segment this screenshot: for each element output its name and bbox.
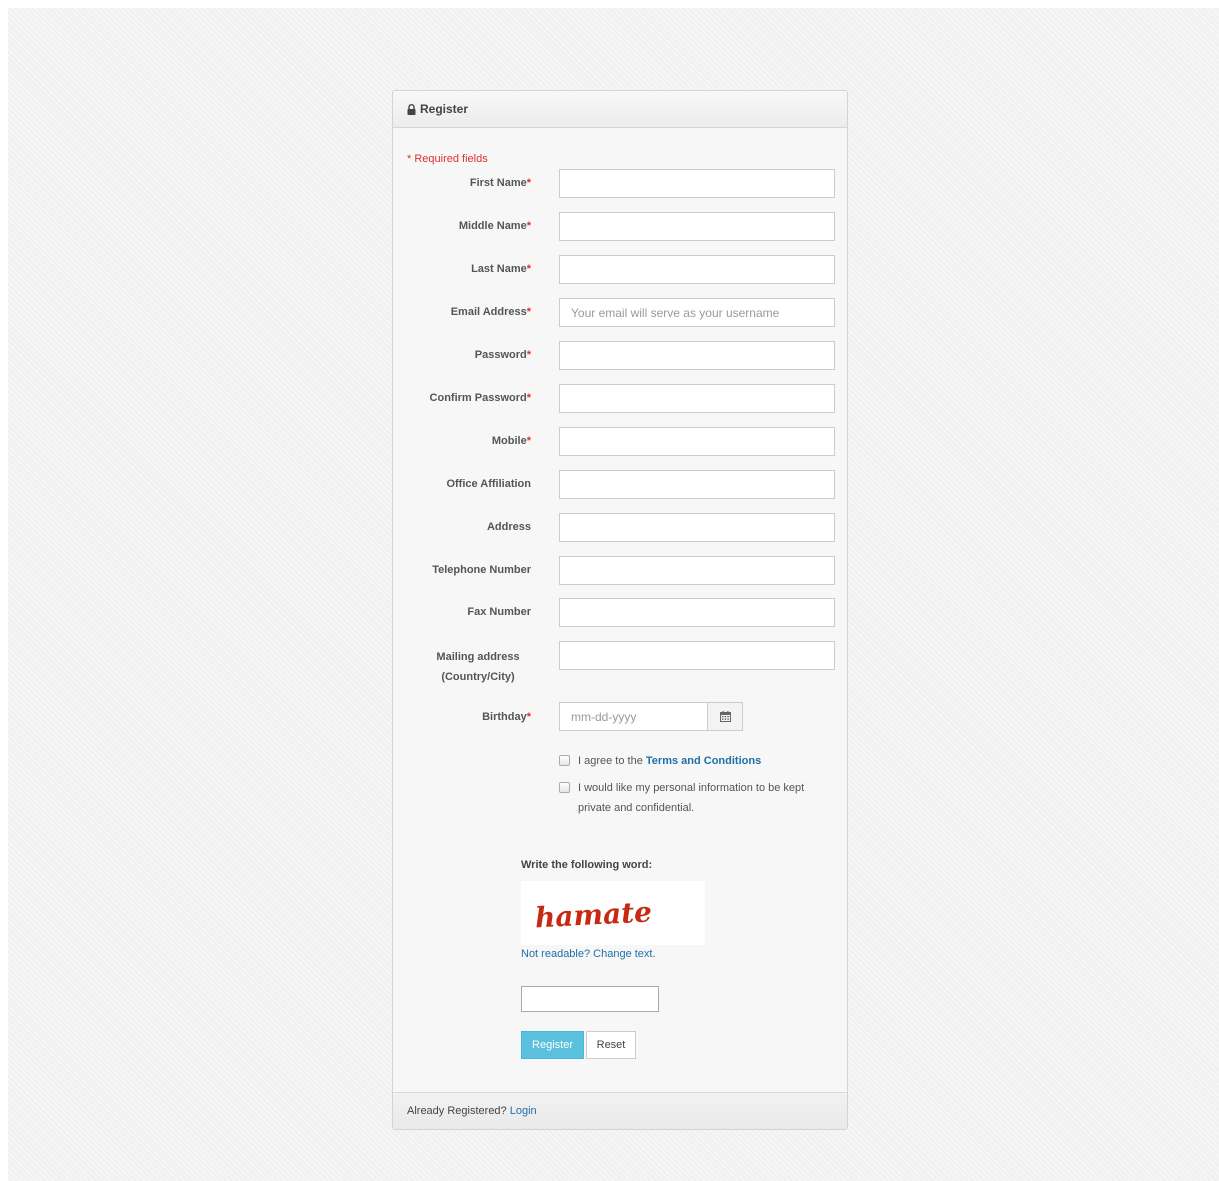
privacy-checkbox[interactable] — [559, 782, 570, 793]
captcha-label: Write the following word: — [521, 859, 653, 871]
middle-name-label: Middle Name* — [458, 220, 531, 232]
privacy-text: I would like my personal information to … — [578, 782, 805, 814]
captcha-input[interactable] — [521, 986, 659, 1012]
change-captcha-link[interactable]: Not readable? Change text. — [521, 948, 656, 960]
terms-text: I agree to the Terms and Conditions — [578, 755, 762, 767]
mobile-input[interactable] — [559, 427, 835, 456]
panel-heading: Register — [393, 91, 847, 128]
terms-checkbox[interactable] — [559, 755, 570, 766]
middle-name-input[interactable] — [559, 212, 835, 241]
telephone-input[interactable] — [559, 556, 835, 585]
office-affiliation-label: Office Affiliation — [446, 478, 531, 490]
confirm-password-input[interactable] — [559, 384, 835, 413]
first-name-input[interactable] — [559, 169, 835, 198]
birthday-calendar-button[interactable] — [707, 702, 743, 731]
birthday-input[interactable] — [559, 702, 708, 731]
mailing-address-input[interactable] — [559, 641, 835, 670]
mailing-address-label-line2: (Country/City) — [441, 671, 515, 683]
mailing-address-label: Mailing address (Country/City) — [423, 647, 533, 687]
address-input[interactable] — [559, 513, 835, 542]
address-label: Address — [486, 521, 531, 533]
birthday-label: Birthday* — [482, 711, 531, 723]
panel-footer: Already Registered? Login — [393, 1092, 847, 1129]
confirm-password-label: Confirm Password* — [429, 392, 531, 404]
required-fields-note: * Required fields — [407, 153, 488, 165]
fax-input[interactable] — [559, 598, 835, 627]
mobile-label: Mobile* — [491, 435, 531, 447]
captcha-word-graphic: hamate — [534, 895, 653, 934]
terms-link[interactable]: Terms and Conditions — [646, 755, 761, 767]
office-affiliation-input[interactable] — [559, 470, 835, 499]
register-button[interactable]: Register — [521, 1031, 584, 1059]
last-name-label: Last Name* — [471, 263, 531, 275]
mailing-address-label-line1: Mailing address — [436, 651, 520, 663]
last-name-input[interactable] — [559, 255, 835, 284]
fax-label: Fax Number — [467, 606, 531, 618]
register-panel: Register * Required fields First Name* M… — [392, 90, 848, 1130]
email-input[interactable] — [559, 298, 835, 327]
panel-title-text: Register — [420, 102, 469, 116]
reset-button[interactable]: Reset — [586, 1031, 636, 1059]
footer-text: Already Registered? Login — [407, 1105, 537, 1117]
telephone-label: Telephone Number — [432, 564, 531, 576]
login-link[interactable]: Login — [510, 1105, 537, 1117]
password-label: Password* — [474, 349, 531, 361]
email-label: Email Address* — [450, 306, 531, 318]
lock-icon — [407, 103, 416, 115]
captcha-word: hamate — [534, 895, 653, 934]
first-name-label: First Name* — [469, 177, 531, 189]
calendar-icon — [719, 711, 731, 722]
password-input[interactable] — [559, 341, 835, 370]
panel-title: Register — [407, 102, 468, 116]
captcha-image: hamate — [521, 881, 705, 945]
